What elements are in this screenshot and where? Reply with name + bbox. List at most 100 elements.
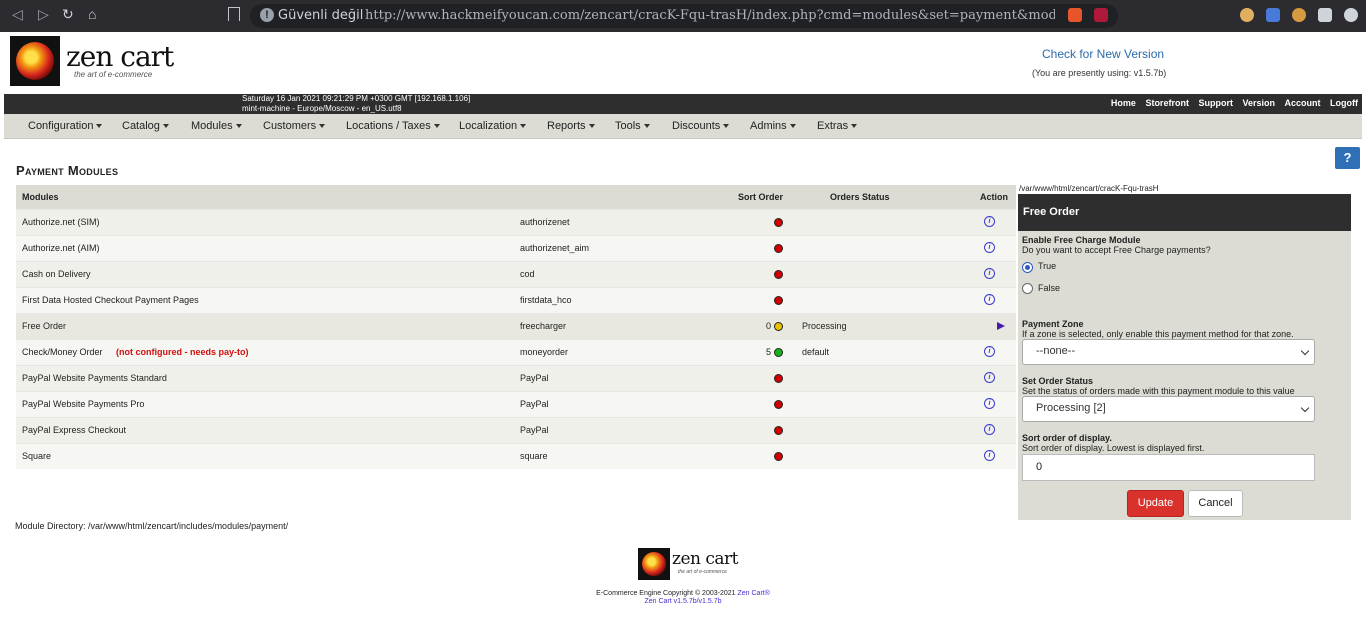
- status-dot-icon[interactable]: [774, 244, 783, 253]
- info-icon[interactable]: i: [984, 450, 995, 461]
- module-code: square: [520, 451, 548, 461]
- header-links: Home Storefront Support Version Account …: [1104, 98, 1358, 108]
- brand-name[interactable]: zen cart: [66, 40, 174, 73]
- header-link-home[interactable]: Home: [1111, 98, 1136, 108]
- extensions-puzzle-icon[interactable]: [1318, 8, 1332, 22]
- info-icon[interactable]: i: [984, 398, 995, 409]
- status-dot-icon[interactable]: [774, 400, 783, 409]
- info-icon[interactable]: i: [984, 294, 995, 305]
- header-link-logoff[interactable]: Logoff: [1330, 98, 1358, 108]
- menu-catalog[interactable]: Catalog: [122, 120, 169, 132]
- forward-icon[interactable]: ▷: [38, 6, 49, 23]
- table-row[interactable]: Square square i: [16, 443, 1016, 469]
- menu-extras[interactable]: Extras: [817, 120, 858, 132]
- menu-customers[interactable]: Customers: [263, 120, 326, 132]
- translate-extension-icon[interactable]: [1266, 8, 1280, 22]
- table-row[interactable]: PayPal Website Payments Pro PayPal i: [16, 391, 1016, 417]
- module-code: firstdata_hco: [520, 295, 572, 305]
- home-icon[interactable]: ⌂: [88, 6, 96, 22]
- warning-icon[interactable]: !: [260, 8, 274, 22]
- caret-down-icon: [235, 124, 242, 129]
- brave-shield-icon[interactable]: [1068, 8, 1082, 22]
- sort-order-input[interactable]: 0: [1022, 454, 1315, 481]
- current-version-text: (You are presently using: v1.5.7b): [1032, 68, 1167, 78]
- footer-logo-icon[interactable]: [638, 548, 670, 580]
- status-dot-icon[interactable]: [774, 322, 783, 331]
- panel-title: Free Order: [1018, 194, 1351, 231]
- menu-label: Customers: [263, 120, 317, 132]
- table-body: Authorize.net (SIM) authorizenet i Authoriz…: [16, 209, 1016, 469]
- menu-localization[interactable]: Localization: [459, 120, 527, 132]
- col-orders-status: Orders Status: [830, 192, 890, 202]
- cancel-button[interactable]: Cancel: [1188, 490, 1243, 517]
- install-path: /var/www/html/zencart/cracK-Fqu-trasH: [1019, 184, 1159, 193]
- table-row[interactable]: Check/Money Order (not configured - needs…: [16, 339, 1016, 365]
- order-status-value: Processing [2]: [1036, 402, 1106, 414]
- payment-zone-select[interactable]: --none--: [1022, 339, 1315, 365]
- url-text[interactable]: http://www.hackmeifyoucan.com/zencart/cr…: [365, 8, 1055, 23]
- check-version-link[interactable]: Check for New Version: [1042, 47, 1164, 61]
- profile-icon[interactable]: [1344, 8, 1358, 22]
- info-icon[interactable]: i: [984, 216, 995, 227]
- header-link-storefront[interactable]: Storefront: [1145, 98, 1189, 108]
- header-link-support[interactable]: Support: [1198, 98, 1233, 108]
- back-icon[interactable]: ◁: [12, 6, 23, 23]
- status-dot-icon[interactable]: [774, 452, 783, 461]
- cookie-editor-icon[interactable]: [1292, 8, 1306, 22]
- menu-admins[interactable]: Admins: [750, 120, 796, 132]
- status-dot-icon[interactable]: [774, 426, 783, 435]
- zen-cart-link[interactable]: Zen Cart®: [737, 590, 769, 597]
- info-icon[interactable]: i: [984, 346, 995, 357]
- info-icon[interactable]: i: [984, 242, 995, 253]
- footer-version-link[interactable]: Zen Cart v1.5.7b/v1.5.7b: [0, 598, 1366, 606]
- module-code: authorizenet_aim: [520, 243, 590, 253]
- table-row[interactable]: First Data Hosted Checkout Payment Pages…: [16, 287, 1016, 313]
- order-status-select[interactable]: Processing [2]: [1022, 396, 1315, 422]
- table-row[interactable]: PayPal Express Checkout PayPal i: [16, 417, 1016, 443]
- table-row[interactable]: Authorize.net (SIM) authorizenet i: [16, 209, 1016, 235]
- info-icon[interactable]: i: [984, 372, 995, 383]
- module-code: cod: [520, 269, 535, 279]
- menu-modules[interactable]: Modules: [191, 120, 242, 132]
- col-action: Action: [980, 192, 1008, 202]
- table-row[interactable]: Cash on Delivery cod i: [16, 261, 1016, 287]
- footer-copyright: E-Commerce Engine Copyright © 2003-2021 …: [0, 590, 1366, 606]
- radio-false-label[interactable]: False: [1038, 283, 1060, 293]
- radio-false[interactable]: [1022, 283, 1033, 294]
- menu-label: Extras: [817, 120, 849, 132]
- bookmark-icon[interactable]: [228, 7, 240, 21]
- table-header: Modules Sort Order Orders Status Action: [16, 185, 1016, 209]
- table-row[interactable]: Authorize.net (AIM) authorizenet_aim i: [16, 235, 1016, 261]
- info-icon[interactable]: i: [984, 268, 995, 279]
- update-button[interactable]: Update: [1127, 490, 1184, 517]
- reload-icon[interactable]: ↻: [62, 6, 74, 23]
- menu-tools[interactable]: Tools: [615, 120, 650, 132]
- header-link-version[interactable]: Version: [1242, 98, 1275, 108]
- status-dot-icon[interactable]: [774, 218, 783, 227]
- rewards-icon[interactable]: [1094, 8, 1108, 22]
- caret-down-icon: [520, 124, 527, 129]
- status-dot-icon[interactable]: [774, 348, 783, 357]
- menu-reports[interactable]: Reports: [547, 120, 595, 132]
- status-dot-icon[interactable]: [774, 296, 783, 305]
- caret-down-icon: [588, 124, 595, 129]
- menu-locations-taxes[interactable]: Locations / Taxes: [346, 120, 440, 132]
- footer-brand[interactable]: zen cart: [672, 549, 738, 569]
- radio-true-label[interactable]: True: [1038, 261, 1056, 271]
- address-bar[interactable]: ! Güvenli değil http://www.hackmeifyouca…: [250, 4, 1118, 28]
- menu-discounts[interactable]: Discounts: [672, 120, 730, 132]
- header-link-account[interactable]: Account: [1285, 98, 1321, 108]
- module-name: Authorize.net (AIM): [22, 243, 100, 253]
- table-row[interactable]: PayPal Website Payments Standard PayPal i: [16, 365, 1016, 391]
- module-code: moneyorder: [520, 347, 569, 357]
- zen-cart-logo-icon[interactable]: [10, 36, 62, 88]
- help-button[interactable]: ?: [1335, 147, 1360, 169]
- cookie-extension-icon[interactable]: [1240, 8, 1254, 22]
- table-row[interactable]: Free Order freecharger 0 Processing: [16, 313, 1016, 339]
- menu-configuration[interactable]: Configuration: [28, 120, 103, 132]
- info-icon[interactable]: i: [984, 424, 995, 435]
- status-dot-icon[interactable]: [774, 374, 783, 383]
- insecure-label[interactable]: Güvenli değil: [278, 8, 363, 23]
- radio-true[interactable]: [1022, 262, 1033, 273]
- status-dot-icon[interactable]: [774, 270, 783, 279]
